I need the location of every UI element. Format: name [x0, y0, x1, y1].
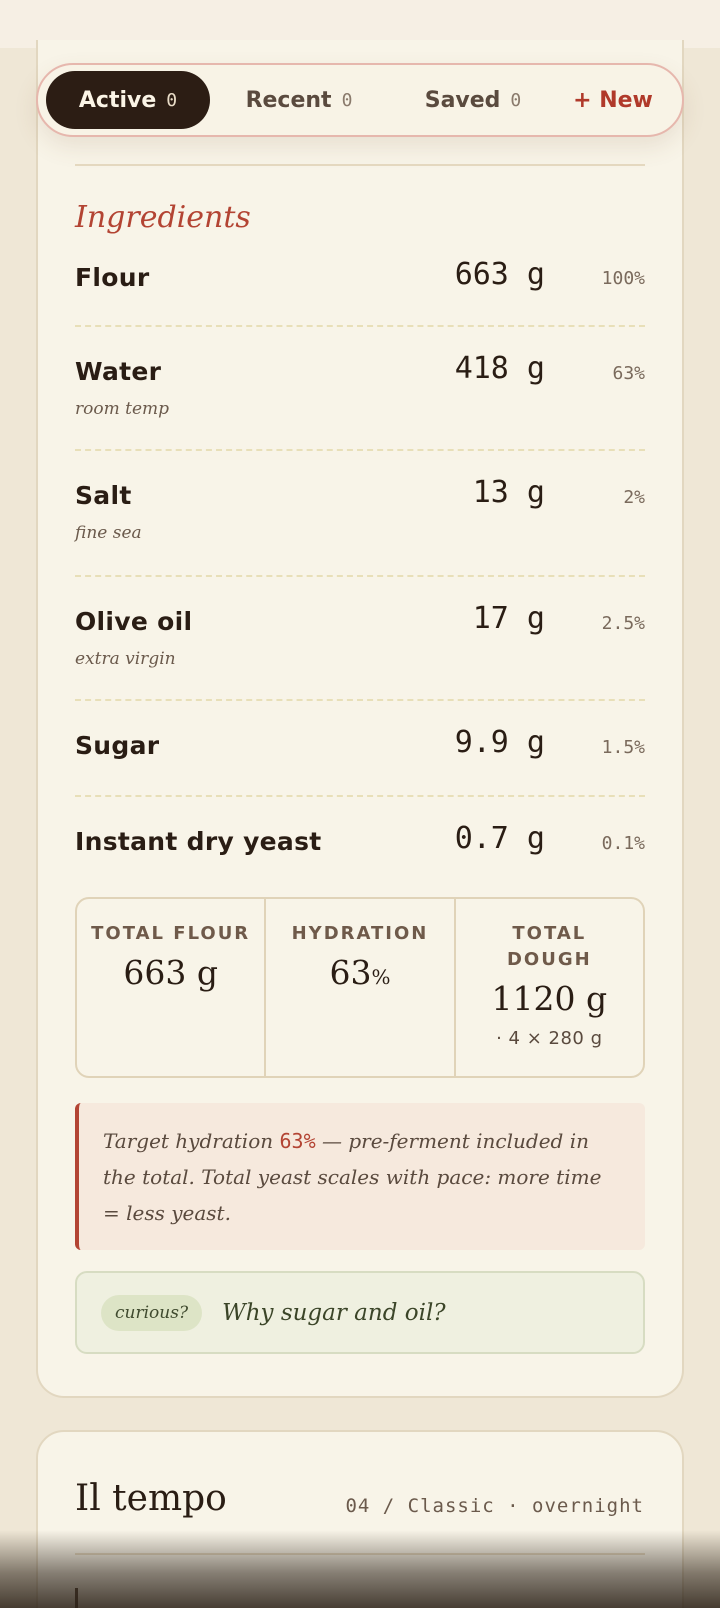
total-flour: TOTAL FLOUR 663 g [77, 899, 264, 1076]
ingredient-name: Sugar [75, 731, 160, 760]
new-recipe-label: + New [573, 87, 653, 113]
note-highlight: 63% [279, 1129, 316, 1153]
tempo-card [36, 1430, 684, 1608]
timeline-marker [75, 1588, 78, 1608]
total-flour-value: 663 g [123, 953, 218, 992]
ingredient-qty: 418 g [454, 351, 545, 386]
tempo-meta: 04 / Classic · overnight [345, 1495, 644, 1517]
tab-saved-label: Saved [424, 87, 501, 113]
ingredient-qty: 13 g [472, 475, 545, 510]
hydration: HYDRATION 63% [264, 899, 453, 1076]
tab-recent[interactable]: Recent 0 [210, 71, 388, 129]
ingredient-name: Flour [75, 263, 150, 292]
ingredient-name: Olive oil [75, 607, 193, 636]
ingredient-note: room temp [75, 399, 170, 419]
total-dough-value: 1120 g [491, 979, 608, 1018]
divider [75, 164, 645, 166]
ingredient-qty: 17 g [472, 601, 545, 636]
row-divider [75, 449, 645, 451]
ingredients-title: Ingredients [75, 200, 251, 235]
row-divider [75, 575, 645, 577]
curious-question: Why sugar and oil? [222, 1299, 446, 1326]
tab-saved-count: 0 [510, 89, 522, 111]
tab-recent-label: Recent [245, 87, 332, 113]
curious-prompt[interactable]: curious? Why sugar and oil? [75, 1271, 645, 1354]
totals-panel: TOTAL FLOUR 663 g HYDRATION 63% TOTAL DO… [75, 897, 645, 1078]
hydration-value: 63% [266, 953, 453, 992]
hydration-label: HYDRATION [291, 923, 429, 944]
ingredient-note: fine sea [75, 523, 142, 543]
hydration-unit: % [371, 965, 391, 989]
ingredient-pct: 63% [612, 363, 645, 384]
ingredient-qty: 663 g [454, 257, 545, 292]
ingredient-name: Salt [75, 481, 132, 510]
ingredient-pct: 100% [601, 268, 645, 289]
ingredient-name: Instant dry yeast [75, 827, 322, 856]
ingredient-qty: 9.9 g [454, 725, 545, 760]
ingredient-pct: 1.5% [601, 737, 645, 758]
tempo-title: Il tempo [75, 1478, 227, 1519]
ingredient-note: extra virgin [75, 649, 176, 669]
new-recipe-button[interactable]: + New [558, 71, 668, 129]
row-divider [75, 699, 645, 701]
divider [75, 1553, 645, 1555]
note-prefix: Target hydration [103, 1129, 280, 1153]
tab-bar: Active 0 Recent 0 Saved 0 + New [36, 63, 684, 137]
hydration-number: 63 [329, 953, 372, 992]
tab-recent-count: 0 [341, 89, 353, 111]
ingredient-qty: 0.7 g [454, 821, 545, 856]
ingredient-pct: 2.5% [601, 613, 645, 634]
curious-tag: curious? [101, 1294, 203, 1331]
total-dough-portions: · 4 × 280 g [496, 1028, 603, 1049]
total-flour-label: TOTAL FLOUR [91, 923, 251, 944]
tab-saved[interactable]: Saved 0 [388, 71, 558, 129]
tab-active-label: Active [78, 87, 157, 113]
row-divider [75, 325, 645, 327]
total-dough: TOTAL DOUGH 1120 g · 4 × 280 g [453, 899, 643, 1076]
row-divider [75, 795, 645, 797]
hydration-note: Target hydration 63% — pre-ferment inclu… [75, 1103, 645, 1250]
tab-active[interactable]: Active 0 [46, 71, 210, 129]
ingredient-pct: 2% [623, 487, 645, 508]
total-dough-label: TOTAL DOUGH [506, 923, 592, 970]
tab-active-count: 0 [166, 89, 178, 111]
ingredient-pct: 0.1% [601, 833, 645, 854]
ingredient-name: Water [75, 357, 162, 386]
